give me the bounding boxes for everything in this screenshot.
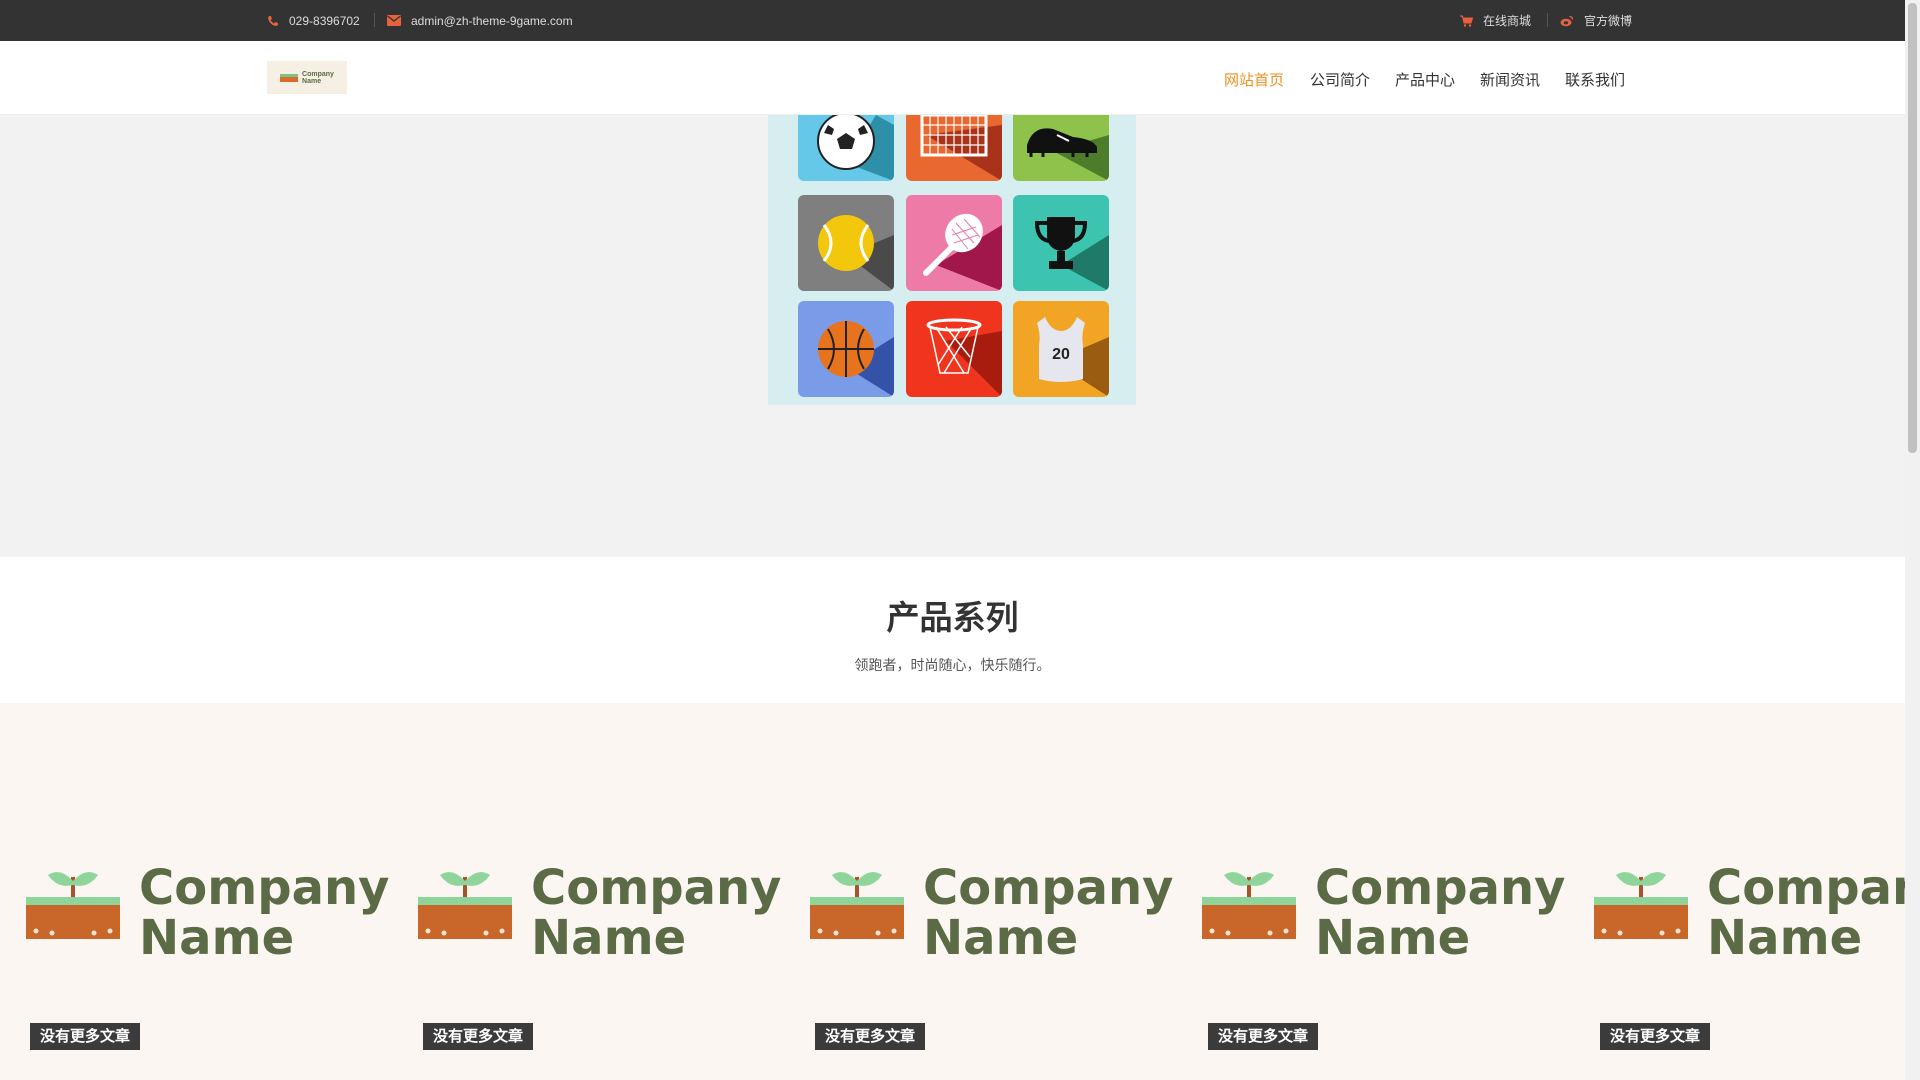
section-title: 产品系列 bbox=[886, 598, 1019, 637]
product-card[interactable]: Company Name 没有更多文章 bbox=[0, 703, 392, 1080]
product-name: Company Name bbox=[139, 860, 390, 966]
product-name: Company Name bbox=[923, 860, 1174, 966]
tennis-ball-icon bbox=[798, 195, 894, 291]
product-card[interactable]: Company Name 没有更多文章 bbox=[392, 703, 784, 1080]
shop-label: 在线商城 bbox=[1483, 14, 1532, 28]
hero-banner: 20 bbox=[0, 115, 1905, 557]
product-tag[interactable]: 没有更多文章 bbox=[1208, 1023, 1319, 1050]
logo-mark bbox=[280, 73, 299, 82]
product-logo: Compan Name bbox=[1592, 853, 1905, 963]
product-tag[interactable]: 没有更多文章 bbox=[423, 1023, 534, 1050]
products-strip: Company Name 没有更多文章 Company Name 没有更多文章 Co… bbox=[0, 703, 1905, 1080]
phone-contact: 029-8396702 bbox=[267, 0, 360, 41]
trophy-icon bbox=[1013, 195, 1109, 291]
jersey-icon: 20 bbox=[1013, 301, 1109, 397]
nav-item-products[interactable]: 产品中心 bbox=[1395, 69, 1455, 90]
basketball-hoop-icon bbox=[906, 301, 1002, 397]
product-name: Compan Name bbox=[1707, 860, 1905, 966]
email-address: admin@zh-theme-9game.com bbox=[411, 13, 573, 28]
shop-link[interactable]: 在线商城 bbox=[1460, 0, 1531, 41]
top-bar: 029-8396702 admin@zh-theme-9game.com 在线商… bbox=[0, 0, 1905, 41]
product-card[interactable]: Company Name 没有更多文章 bbox=[784, 703, 1176, 1080]
svg-text:20: 20 bbox=[1052, 346, 1070, 363]
sports-icons-image: 20 bbox=[768, 115, 1136, 405]
product-card[interactable]: Company Name 没有更多文章 bbox=[1176, 703, 1568, 1080]
product-tag[interactable]: 没有更多文章 bbox=[815, 1023, 926, 1050]
soccer-goal-icon bbox=[906, 115, 1002, 181]
weibo-link[interactable]: 官方微博 bbox=[1560, 0, 1632, 41]
phone-icon bbox=[267, 15, 279, 27]
basketball-icon bbox=[798, 301, 894, 397]
envelope-icon bbox=[387, 15, 401, 26]
page: 029-8396702 admin@zh-theme-9game.com 在线商… bbox=[0, 0, 1920, 1080]
weibo-label: 官方微博 bbox=[1584, 14, 1633, 28]
email-contact[interactable]: admin@zh-theme-9game.com bbox=[387, 0, 573, 41]
scrollbar-thumb[interactable] bbox=[1908, 3, 1917, 453]
section-subtitle: 领跑者，时尚随心，快乐随行。 bbox=[854, 657, 1051, 673]
divider bbox=[374, 13, 375, 27]
product-name: Company Name bbox=[1315, 860, 1566, 966]
product-card[interactable]: Compan Name 没有更多文章 bbox=[1568, 703, 1905, 1080]
phone-number: 029-8396702 bbox=[289, 13, 360, 28]
products-section-header: 产品系列 领跑者，时尚随心，快乐随行。 bbox=[0, 557, 1905, 703]
nav-item-about[interactable]: 公司简介 bbox=[1310, 69, 1370, 90]
soccer-ball-icon bbox=[798, 115, 894, 181]
site-logo[interactable]: Company Name bbox=[267, 61, 347, 94]
logo-text: Company Name bbox=[302, 70, 334, 85]
page-scrollbar[interactable] bbox=[1905, 0, 1920, 1080]
product-name: Company Name bbox=[531, 860, 782, 966]
product-logo: Company Name bbox=[808, 853, 1178, 963]
product-logo: Company Name bbox=[416, 853, 786, 963]
cart-icon bbox=[1460, 15, 1473, 27]
product-tag[interactable]: 没有更多文章 bbox=[1600, 1023, 1711, 1050]
tennis-racket-icon bbox=[906, 195, 1002, 291]
nav-item-news[interactable]: 新闻资讯 bbox=[1480, 69, 1540, 90]
soccer-shoe-icon bbox=[1013, 115, 1109, 181]
product-logo: Company Name bbox=[24, 853, 394, 963]
site-header: Company Name 网站首页 公司简介 产品中心 新闻资讯 联系我们 bbox=[0, 41, 1905, 115]
nav-item-home[interactable]: 网站首页 bbox=[1224, 69, 1284, 90]
weibo-icon bbox=[1560, 15, 1574, 27]
nav-item-contact[interactable]: 联系我们 bbox=[1565, 69, 1625, 90]
product-logo: Company Name bbox=[1200, 853, 1570, 963]
divider bbox=[1547, 13, 1548, 27]
product-tag[interactable]: 没有更多文章 bbox=[30, 1023, 141, 1050]
